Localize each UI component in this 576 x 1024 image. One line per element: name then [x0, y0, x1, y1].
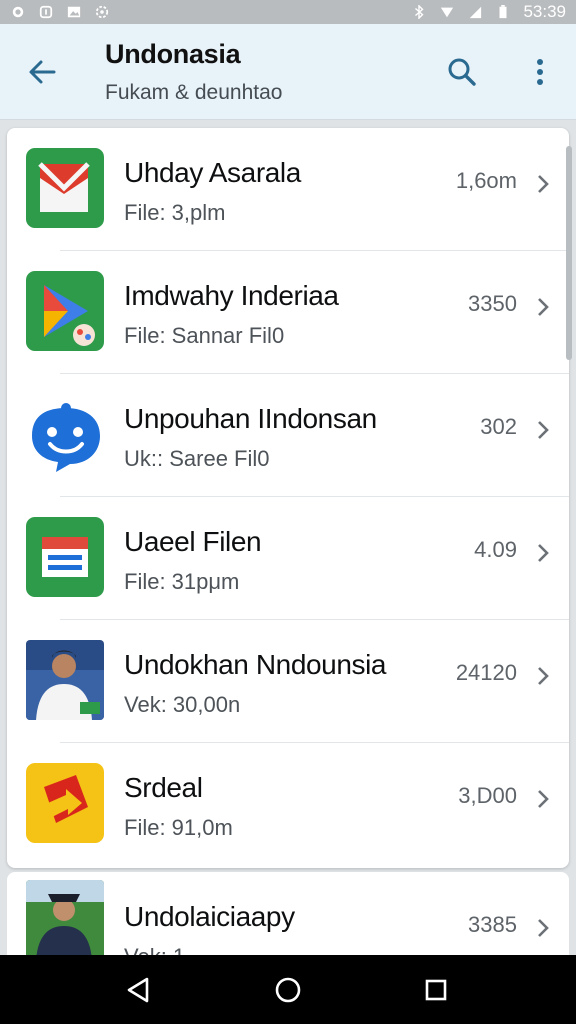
- item-size: 302: [480, 414, 517, 439]
- list-item[interactable]: Uhday Asaralа File: 3,plm 1,6om: [7, 128, 569, 251]
- warning-icon: [39, 5, 53, 19]
- person-photo-icon: [26, 640, 104, 720]
- navigation-bar: [0, 955, 576, 1024]
- chat-face-app-icon: [26, 394, 104, 474]
- chevron-right-icon: [538, 298, 549, 316]
- nav-back-button[interactable]: [120, 972, 156, 1008]
- item-subtitle: File: 31pμm: [124, 569, 240, 594]
- red-arrow-app-icon: [26, 763, 104, 843]
- play-store-app-icon: [26, 271, 104, 351]
- item-size: 24120: [455, 660, 517, 685]
- item-size: 3,D00: [458, 783, 517, 808]
- chevron-right-icon: [538, 790, 549, 808]
- page-title: Undonasia: [105, 39, 241, 69]
- item-title: Undolaiciaapy: [124, 901, 295, 932]
- item-title: Unpouhan IIndonsan: [124, 403, 377, 434]
- item-title: Srdeal: [124, 772, 203, 803]
- nav-recents-button[interactable]: [418, 972, 454, 1008]
- list-item[interactable]: Undolaiciaapy Vek: 1 3385: [7, 872, 569, 962]
- chevron-right-icon: [538, 175, 549, 193]
- file-list: Uhday Asaralа File: 3,plm 1,6om Imdwahy …: [7, 128, 569, 868]
- battery-icon: [499, 5, 507, 19]
- person-uniform-photo-icon: [26, 880, 104, 960]
- bluetooth-icon: [415, 5, 424, 19]
- nav-back-icon: [127, 977, 149, 1003]
- chevron-right-icon: [538, 919, 549, 937]
- list-item[interactable]: Srdeal File: 91,0m 3,D00: [7, 743, 569, 868]
- arrow-back-icon: [29, 60, 56, 84]
- nav-home-icon: [275, 977, 301, 1003]
- red-envelope-app-icon: [26, 148, 104, 228]
- item-title: Uaeel Filen: [124, 526, 262, 557]
- circle-icon: [12, 6, 24, 18]
- list-item[interactable]: Imdwahy Inderiaa File: Sannar Fil0 3350: [7, 251, 569, 374]
- more-options-button[interactable]: [520, 52, 560, 92]
- status-time: 53:39: [523, 2, 566, 21]
- wifi-icon: [441, 7, 454, 18]
- app-bar: Undonasia Fukam & deunhtao: [0, 24, 576, 120]
- nav-home-button[interactable]: [270, 972, 306, 1008]
- item-subtitle: File: Sannar Fil0: [124, 323, 285, 348]
- chevron-right-icon: [538, 667, 549, 685]
- item-size: 3350: [468, 291, 517, 316]
- list-item[interactable]: Uaeel Filen File: 31pμm 4.09: [7, 497, 569, 620]
- file-list-continued: Undolaiciaapy Vek: 1 3385: [7, 872, 569, 962]
- item-title: Imdwahy Inderiaa: [124, 280, 339, 311]
- item-size: 3385: [468, 912, 517, 937]
- list-item[interactable]: Undokhan Nndounsia Vek: 30,00n 24120: [7, 620, 569, 743]
- search-button[interactable]: [442, 52, 482, 92]
- item-size: 1,6om: [455, 168, 517, 193]
- item-title: Uhday Asaralа: [124, 157, 301, 188]
- back-button[interactable]: [22, 52, 62, 92]
- item-size: 4.09: [474, 537, 517, 562]
- chevron-right-icon: [538, 421, 549, 439]
- item-subtitle: File: 3,plm: [124, 200, 226, 225]
- chevron-right-icon: [538, 544, 549, 562]
- settings-icon: [95, 5, 109, 19]
- status-icons-left: [10, 5, 110, 19]
- item-subtitle: File: 91,0m: [124, 815, 233, 840]
- nav-recents-icon: [425, 979, 447, 1001]
- scrollbar[interactable]: [566, 146, 572, 360]
- image-icon: [67, 6, 81, 18]
- item-subtitle: Uk:: Saree Fil0: [124, 446, 270, 471]
- more-vert-icon: [537, 59, 543, 85]
- list-item[interactable]: Unpouhan IIndonsan Uk:: Saree Fil0 302: [7, 374, 569, 497]
- signal-icon: [470, 6, 482, 19]
- page-subtitle: Fukam & deunhtao: [105, 81, 283, 104]
- item-title: Undokhan Nndounsia: [124, 649, 387, 680]
- search-icon: [448, 58, 476, 86]
- status-bar: 53:39: [0, 0, 576, 24]
- status-icons-right: 53:39: [411, 2, 566, 22]
- calendar-app-icon: [26, 517, 104, 597]
- item-subtitle: Vek: 30,00n: [124, 692, 241, 717]
